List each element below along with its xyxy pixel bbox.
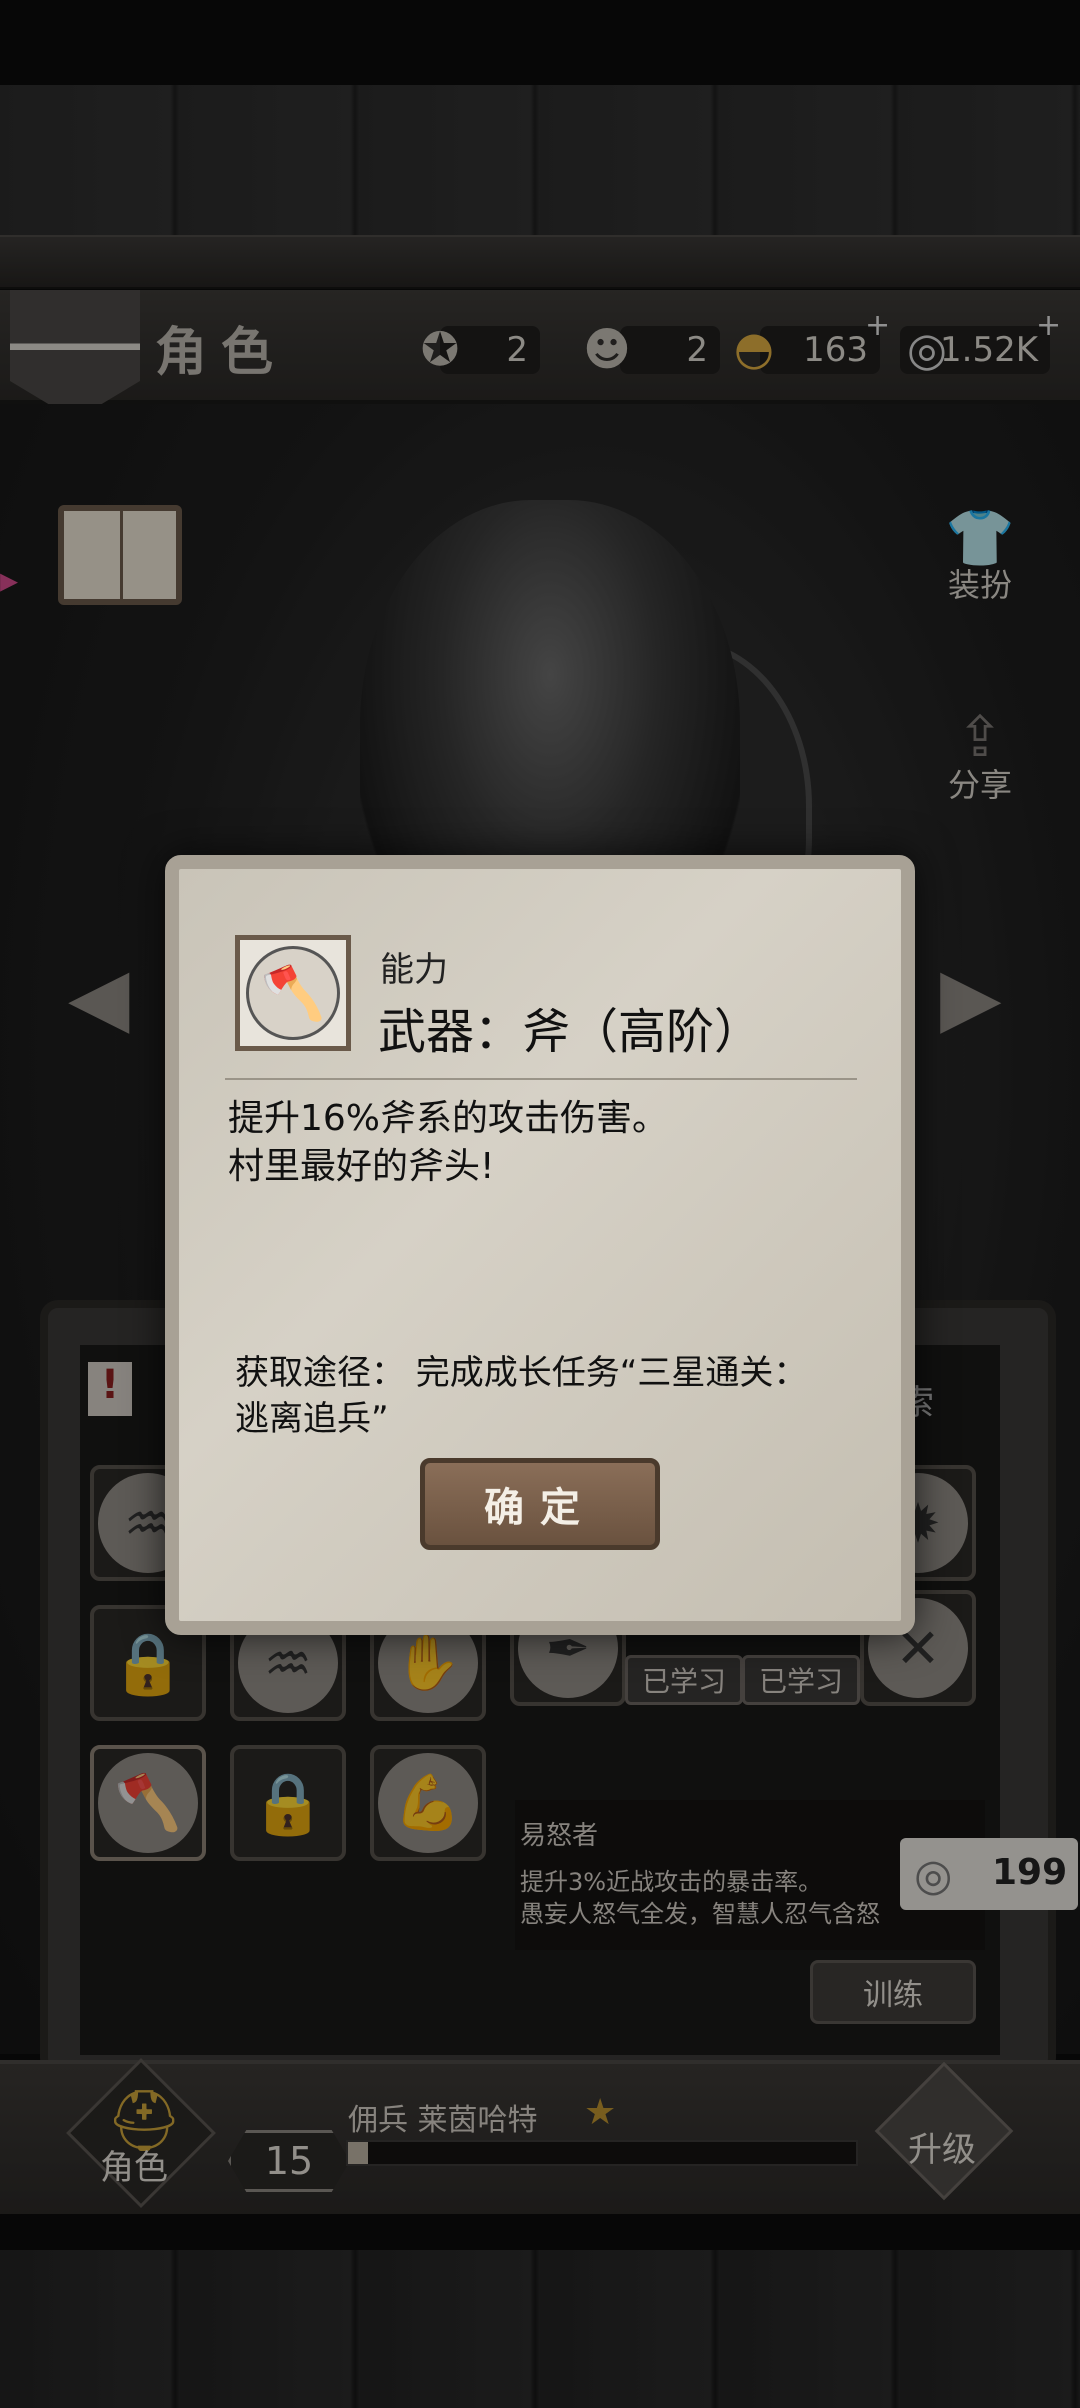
confirm-button[interactable]: 确定 — [420, 1458, 660, 1550]
dialog-divider — [225, 1078, 857, 1080]
ability-description: 提升16%斧系的攻击伤害。 村里最好的斧头! — [228, 1095, 848, 1191]
ability-source: 获取途径： 完成成长任务“三星通关：逃离追兵” — [235, 1353, 808, 1439]
ability-desc-line1: 提升16%斧系的攻击伤害。 — [228, 1098, 669, 1139]
ability-icon-frame: 🪓 — [235, 935, 351, 1051]
axe-icon: 🪓 — [246, 946, 340, 1040]
ability-desc-line2: 村里最好的斧头! — [228, 1146, 495, 1187]
ability-type: 能力 — [380, 950, 448, 990]
ability-name: 武器：斧（高阶） — [378, 1004, 763, 1060]
